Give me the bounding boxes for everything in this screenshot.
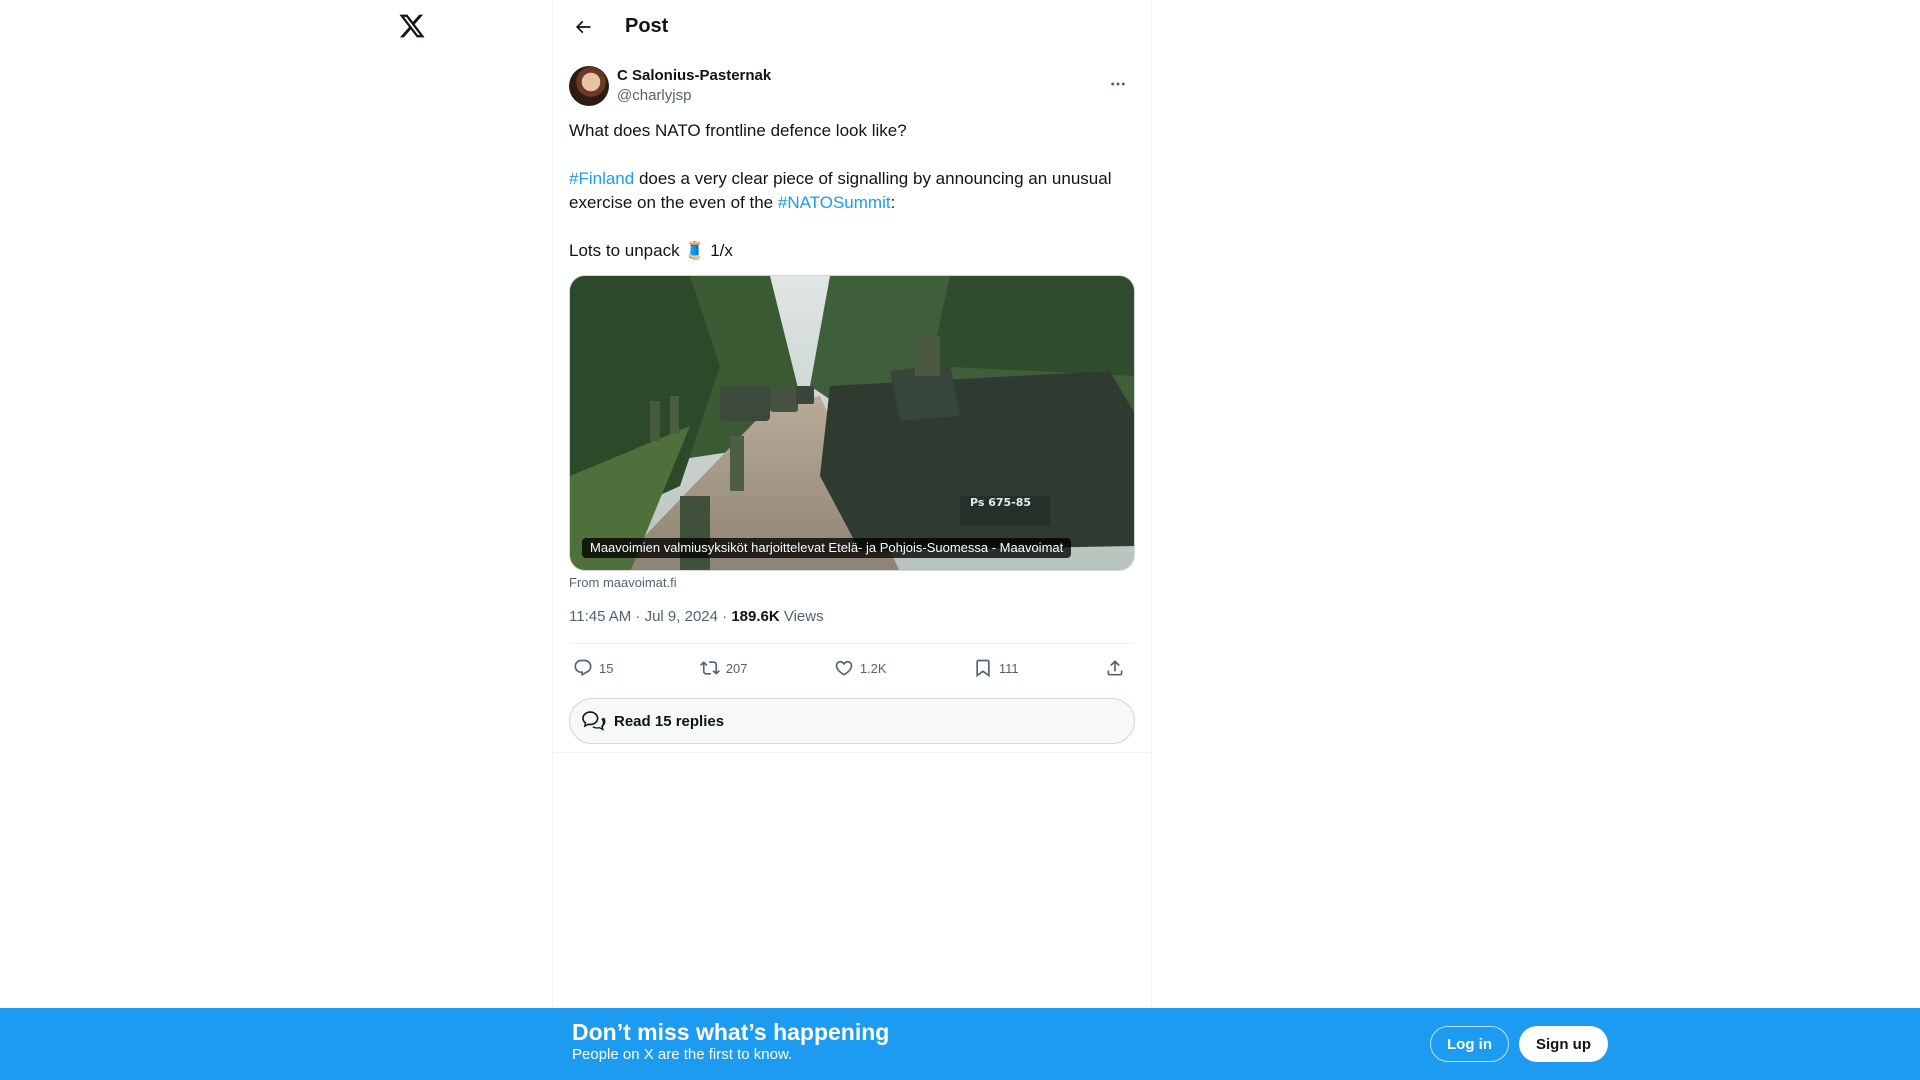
page-title: Post — [625, 15, 669, 37]
post-text-paragraph: #Finland does a very clear piece of sign… — [569, 167, 1135, 215]
post-article: C Salonius-Pasternak @charlyjsp What doe… — [553, 53, 1151, 753]
reply-button[interactable]: 15 — [573, 658, 613, 678]
action-bar: 15 207 1.2K 111 — [569, 644, 1135, 692]
chat-bubble-icon — [582, 711, 606, 731]
post-text-segment: : — [890, 193, 896, 212]
avatar[interactable] — [569, 66, 609, 106]
reply-icon — [574, 659, 592, 677]
post-text: What does NATO frontline defence look li… — [569, 119, 1135, 263]
views-count: 189.6K — [731, 608, 780, 625]
views-label: Views — [779, 608, 824, 625]
read-replies-label: Read 15 replies — [614, 712, 725, 730]
signup-button[interactable]: Sign up — [1519, 1026, 1608, 1062]
author-names: C Salonius-Pasternak @charlyjsp — [617, 66, 771, 106]
primary-column: Post C Salonius-Pasternak @charlyjsp Wha… — [552, 0, 1152, 1080]
hashtag-finland-link[interactable]: #Finland — [569, 169, 634, 188]
author-row: C Salonius-Pasternak @charlyjsp — [569, 65, 1135, 107]
repost-count: 207 — [725, 660, 748, 676]
x-logo-icon[interactable] — [398, 12, 426, 40]
back-button[interactable] — [565, 9, 601, 45]
author-display-name[interactable]: C Salonius-Pasternak — [617, 66, 771, 86]
post-timestamp[interactable]: 11:45 AM · Jul 9, 2024 · — [569, 608, 731, 625]
card-image: Ps 675-85 — [570, 276, 1134, 570]
author-handle[interactable]: @charlyjsp — [617, 86, 771, 106]
login-button[interactable]: Log in — [1430, 1026, 1509, 1062]
post-text-line: Lots to unpack 🧵 1/x — [569, 241, 733, 260]
post-text-line: What does NATO frontline defence look li… — [569, 121, 907, 140]
like-count: 1.2K — [859, 660, 887, 676]
login-banner: Don’t miss what’s happening People on X … — [0, 1008, 1920, 1080]
banner-title: Don’t miss what’s happening — [572, 1019, 890, 1045]
divider — [553, 752, 1151, 753]
bookmark-icon — [976, 659, 990, 678]
repost-button[interactable]: 207 — [699, 658, 748, 678]
reply-count: 15 — [599, 660, 614, 676]
share-button[interactable] — [1105, 658, 1131, 678]
hashtag-natosummit-link[interactable]: #NATOSummit — [778, 193, 891, 212]
more-horizontal-icon — [1111, 82, 1125, 86]
share-icon — [1107, 660, 1123, 676]
post-header: Post — [553, 0, 1151, 53]
card-source-link[interactable]: From maavoimat.fi — [569, 575, 1135, 591]
link-card[interactable]: Ps 675-85 Maavoimien valmiusyksiköt harj… — [569, 275, 1135, 571]
banner-subtitle: People on X are the first to know. — [572, 1046, 793, 1063]
banner-text: Don’t miss what’s happening People on X … — [572, 1018, 889, 1064]
bookmark-count: 111 — [998, 660, 1019, 676]
arrow-left-icon — [575, 20, 591, 33]
card-caption: Maavoimien valmiusyksiköt harjoittelevat… — [582, 538, 1072, 558]
vehicle-plate-text: Ps 675-85 — [970, 496, 1031, 509]
post-meta: 11:45 AM · Jul 9, 2024 · 189.6K Views — [569, 607, 1135, 644]
bookmark-button[interactable]: 111 — [973, 658, 1019, 678]
repost-icon — [699, 661, 720, 675]
like-button[interactable]: 1.2K — [834, 658, 887, 678]
heart-icon — [835, 660, 853, 676]
more-options-button[interactable] — [1101, 67, 1135, 101]
read-replies-button[interactable]: Read 15 replies — [569, 698, 1135, 744]
